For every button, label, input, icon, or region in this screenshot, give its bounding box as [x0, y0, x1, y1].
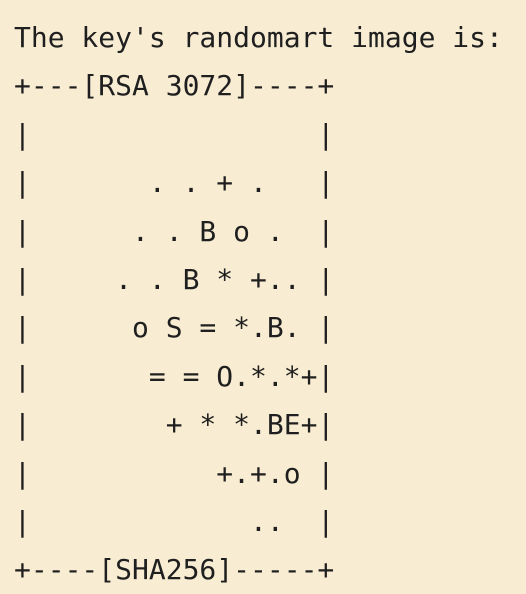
- randomart-row-6: | = = O.*.*+|: [14, 359, 335, 393]
- randomart-bottom-border: +----[SHA256]-----+: [14, 553, 335, 587]
- randomart-row-7: | + * *.BE+|: [14, 408, 335, 442]
- randomart-row-2: | . . + . |: [14, 166, 335, 200]
- randomart-row-4: | . . B * +.. |: [14, 262, 335, 296]
- randomart-row-9: | .. |: [14, 504, 335, 538]
- randomart-top-border: +---[RSA 3072]----+: [14, 69, 335, 103]
- randomart-row-1: | |: [14, 117, 335, 151]
- terminal-window[interactable]: The key's randomart image is: +---[RSA 3…: [0, 0, 526, 594]
- randomart-header: The key's randomart image is:: [14, 21, 503, 54]
- randomart-row-3: | . . B o . |: [14, 214, 335, 248]
- randomart-row-8: | +.+.o |: [14, 456, 335, 490]
- randomart-row-5: | o S = *.B. |: [14, 311, 335, 345]
